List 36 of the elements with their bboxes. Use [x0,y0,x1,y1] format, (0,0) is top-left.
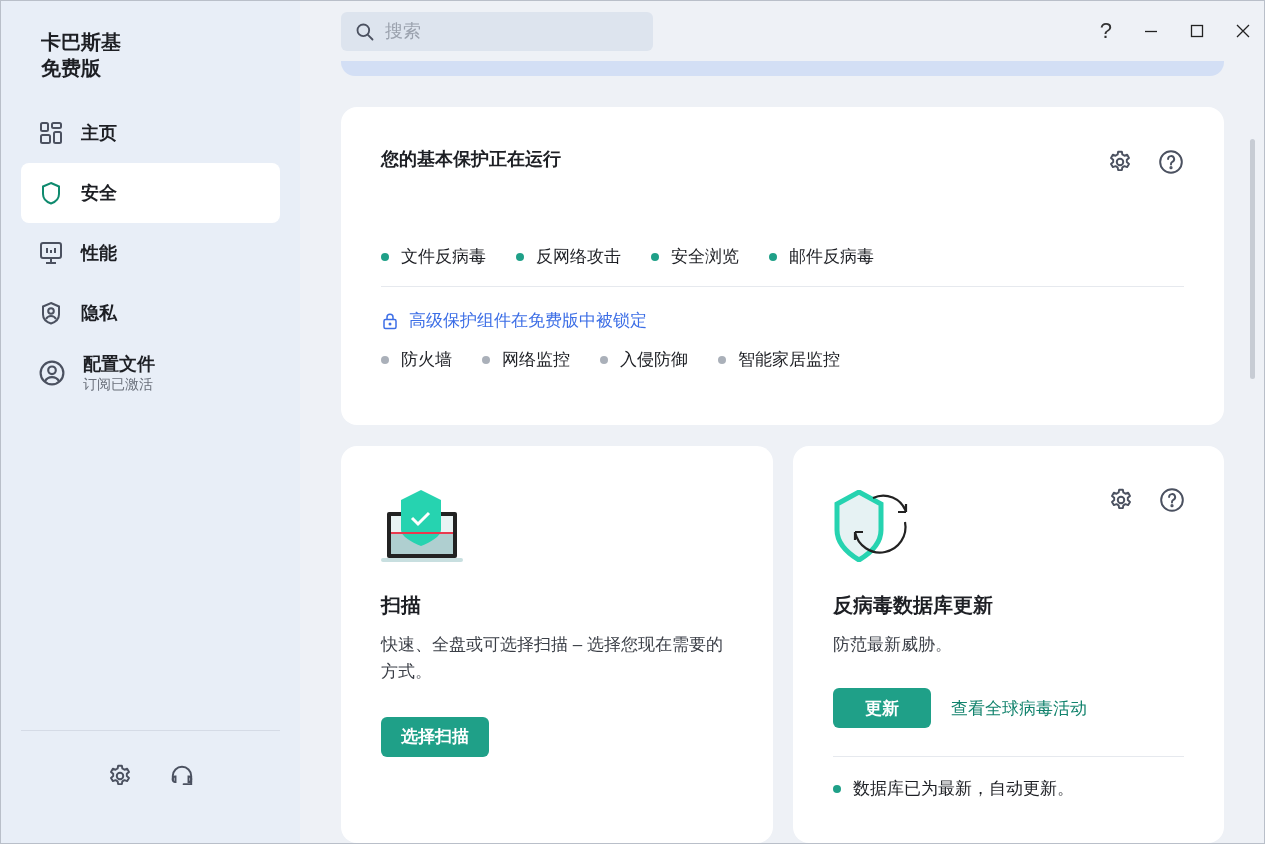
card-title: 反病毒数据库更新 [832,593,994,619]
sidebar-item[interactable]: 配置文件 订阅已激活 [21,343,280,403]
help-icon[interactable] [1158,149,1184,176]
shield-icon [39,181,63,205]
component-label: 邮件反病毒 [789,246,874,269]
close-icon[interactable] [1236,24,1250,39]
help-icon[interactable] [1159,487,1185,514]
component-label: 文件反病毒 [401,246,486,269]
monitor-icon [39,241,63,265]
component-label: 防火墙 [401,349,452,372]
scrollbar[interactable] [1250,139,1255,379]
component-label: 入侵防御 [620,349,688,372]
component-label: 网络监控 [502,349,570,372]
card-title: 您的基本保护正在运行 [381,148,561,172]
maximize-icon[interactable] [1190,24,1204,39]
sidebar-item[interactable]: 安全 [21,163,280,223]
component-label: 反网络攻击 [536,246,621,269]
user-icon [39,360,65,386]
virus-activity-link[interactable]: 查看全球病毒活动 [950,696,1087,720]
locked-link[interactable]: 高级保护组件在免费版中被锁定 [409,309,647,333]
app-title: 卡巴斯基 免费版 [40,30,122,81]
card-description: 快速、全盘或可选择扫描 – 选择您现在需要的方式。 [381,634,724,684]
search-field[interactable]: 搜索 [341,11,653,51]
lock-icon [381,311,399,330]
card-title: 扫描 [381,593,422,619]
sidebar-item[interactable]: 主页 [21,103,280,163]
component-label: 智能家居监控 [738,349,840,372]
status-text: 数据库已为最新，自动更新。 [852,778,1074,801]
shield-person-icon [39,301,63,325]
grid-icon [39,121,63,145]
search-icon [355,21,375,42]
component-label: 安全浏览 [671,246,739,269]
help-button[interactable]: ? [1099,18,1112,45]
sidebar-item[interactable]: 性能 [21,223,280,283]
sidebar-item[interactable]: 隐私 [21,283,280,343]
card-description: 防范最新威胁。 [832,634,953,657]
